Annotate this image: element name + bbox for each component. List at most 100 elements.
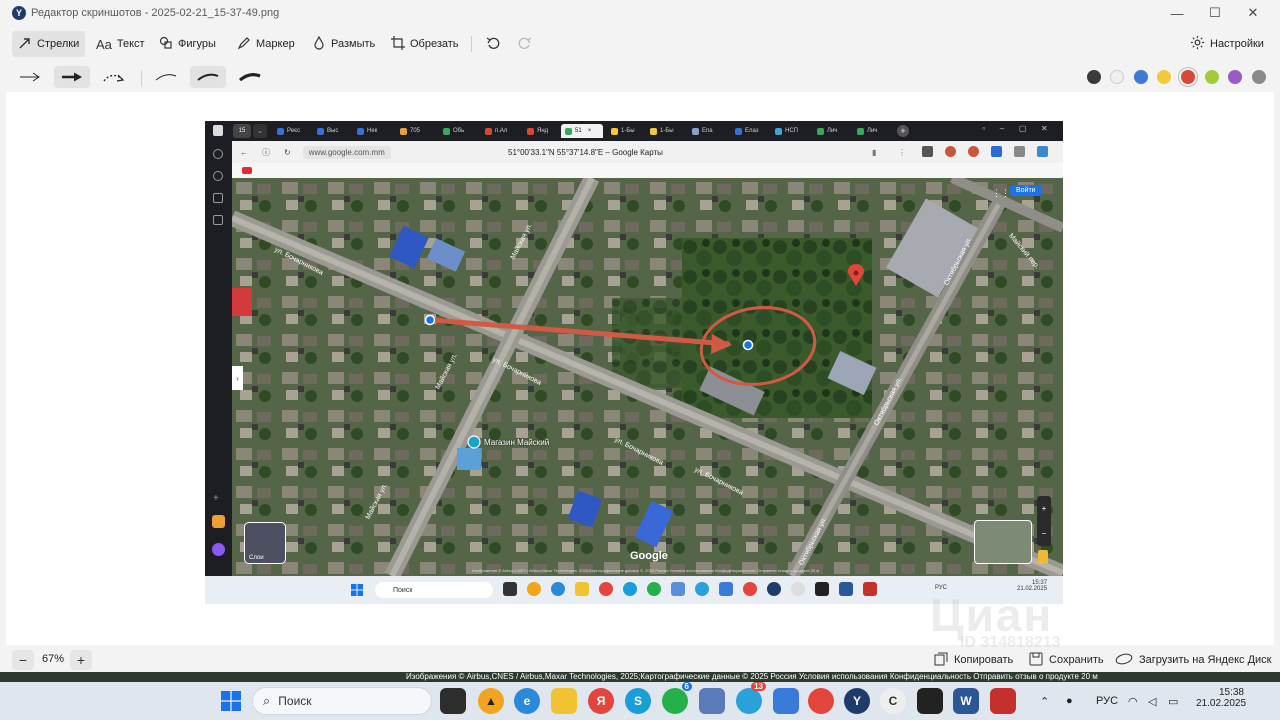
copy-label: Копировать (954, 654, 1014, 666)
side-panel-toggle-icon[interactable]: › (232, 366, 243, 390)
browser-tab: Елаз (735, 124, 759, 138)
taskbar-app-button[interactable] (773, 688, 799, 714)
crop-icon (391, 35, 405, 53)
yandex-browser-icon (767, 582, 781, 596)
zoom-out-button[interactable]: − (12, 650, 34, 670)
system-clock[interactable]: 15:38 21.02.2025 (1196, 687, 1246, 709)
settings-button[interactable]: Настройки (1184, 31, 1270, 57)
login-button[interactable]: Войти (1010, 185, 1042, 196)
add-panel-icon: + (213, 493, 219, 504)
minimize-button[interactable]: — (1158, 0, 1196, 26)
color-blue-swatch[interactable] (1134, 70, 1148, 84)
battery-icon[interactable]: ▭ (1168, 682, 1178, 720)
redo-icon (518, 36, 532, 53)
color-purple-swatch[interactable] (1228, 70, 1242, 84)
color-gray-swatch[interactable] (1252, 70, 1266, 84)
wifi-icon[interactable]: ◠ (1128, 682, 1138, 720)
thin-arrow-option[interactable] (12, 66, 48, 88)
task-view-button[interactable] (440, 688, 466, 714)
thin-curve-option[interactable] (148, 66, 184, 88)
taskbar-app-button[interactable]: C (880, 688, 906, 714)
pycharm-button[interactable] (917, 688, 943, 714)
pycharm-icon (815, 582, 829, 596)
close-button[interactable]: ✕ (1234, 0, 1272, 26)
dotted-curved-arrow-option[interactable] (96, 66, 132, 88)
play-icon (213, 171, 223, 181)
chrome-button[interactable] (808, 688, 834, 714)
tab-list-chevron-icon: ⌄ (253, 124, 267, 138)
tool-crop-button[interactable]: Обрезать (385, 31, 465, 57)
tab-counter-icon (213, 193, 223, 203)
editor-footer: − 67% + Копировать Сохранить Загрузить н… (0, 646, 1280, 674)
taskbar-app-icon (719, 582, 733, 596)
skype-button[interactable]: S (625, 688, 651, 714)
street-view-thumbnail[interactable] (974, 520, 1032, 564)
browser-tab: Янд (527, 124, 548, 138)
page-title: 51°00'33.1"N 55°37'14.8"E – Google Карты (508, 147, 663, 157)
browser-tab: 1-Бы (650, 124, 674, 138)
language-indicator[interactable]: РУС (1096, 682, 1118, 720)
tool-arrows-button[interactable]: Стрелки (12, 31, 86, 57)
file-explorer-button[interactable] (551, 688, 577, 714)
telegram-button[interactable]: 13 (736, 682, 766, 714)
chrome-icon (743, 582, 757, 596)
telegram-icon (695, 582, 709, 596)
tool-shapes-button[interactable]: Фигуры (153, 31, 222, 57)
tool-marker-button[interactable]: Маркер (231, 31, 301, 57)
tool-crop-label: Обрезать (410, 38, 459, 50)
zoom-controls[interactable]: + − (1037, 496, 1051, 546)
save-button[interactable]: Сохранить (1029, 650, 1104, 670)
whatsapp-badge: 6 (681, 682, 692, 691)
copy-button[interactable]: Копировать (934, 650, 1013, 670)
upload-yandex-disk-button[interactable]: Загрузить на Яндекс Диск (1115, 650, 1271, 670)
maximize-button[interactable]: ☐ (1196, 0, 1234, 26)
edge-button[interactable]: e (514, 688, 540, 714)
medium-curve-option[interactable] (190, 66, 226, 88)
taskbar-search-label: Поиск (278, 694, 312, 708)
yandex-disk-icon (1115, 653, 1133, 668)
tool-shapes-label: Фигуры (178, 38, 216, 50)
captured-screenshot[interactable]: 15 ⌄ Реєс Выс Нек 705 Обь п.Ал Янд 51 × 1… (205, 121, 1063, 604)
color-white-swatch[interactable] (1110, 70, 1124, 84)
whatsapp-button[interactable]: 6 (662, 682, 692, 714)
yandex-button[interactable]: Я (588, 688, 614, 714)
bold-arrow-option[interactable] (54, 66, 90, 88)
undo-icon (486, 36, 500, 53)
taskbar-app-button[interactable]: ▲ (478, 688, 504, 714)
windows-start-button[interactable] (218, 688, 244, 714)
tool-blur-button[interactable]: Размыть (306, 31, 381, 57)
yandex-icon (599, 582, 613, 596)
browser-tab: Лич (857, 124, 877, 138)
thick-curve-option[interactable] (232, 66, 268, 88)
color-green-swatch[interactable] (1205, 70, 1219, 84)
color-yellow-swatch[interactable] (1157, 70, 1171, 84)
telegram-badge: 13 (751, 682, 766, 691)
volume-icon[interactable]: ◁ (1148, 682, 1156, 720)
browser-profile-icon (213, 125, 223, 136)
store-label: Магазин Майский (484, 438, 550, 447)
calculator-button[interactable] (699, 688, 725, 714)
taskbar-search-box[interactable]: ⌕ Поиск (252, 687, 432, 715)
editor-canvas[interactable]: 15 ⌄ Реєс Выс Нек 705 Обь п.Ал Янд 51 × 1… (6, 92, 1274, 645)
tool-text-button[interactable]: Aa Текст (90, 31, 151, 57)
word-button[interactable]: W (953, 688, 979, 714)
google-maps-satellite-view[interactable]: ул. Бочарникова ул. Бочарникова ул. Боча… (232, 178, 1063, 576)
browser-extensions (922, 146, 1052, 158)
color-black-swatch[interactable] (1087, 70, 1101, 84)
microphone-icon[interactable]: ● (1066, 682, 1073, 720)
tray-chevron-icon[interactable]: ⌃ (1040, 682, 1049, 720)
undo-button[interactable] (480, 31, 506, 57)
windows-start-icon (351, 583, 363, 596)
layers-button[interactable]: Слои (244, 522, 286, 564)
background-map-attribution: Изображения © Airbus,CNES / Airbus,Maxar… (406, 672, 1098, 681)
browser-tab: 1-Бы (611, 124, 635, 138)
redo-button[interactable] (512, 31, 538, 57)
pegman-icon[interactable] (1038, 550, 1048, 564)
zoom-in-button[interactable]: + (70, 650, 92, 670)
browser-tab: п.Ал (485, 124, 507, 138)
layers-label: Слои (249, 555, 264, 561)
pdf-reader-button[interactable] (990, 688, 1016, 714)
color-red-swatch[interactable] (1181, 70, 1195, 84)
blur-drop-icon (312, 35, 326, 53)
yandex-browser-button[interactable]: Y (844, 688, 870, 714)
